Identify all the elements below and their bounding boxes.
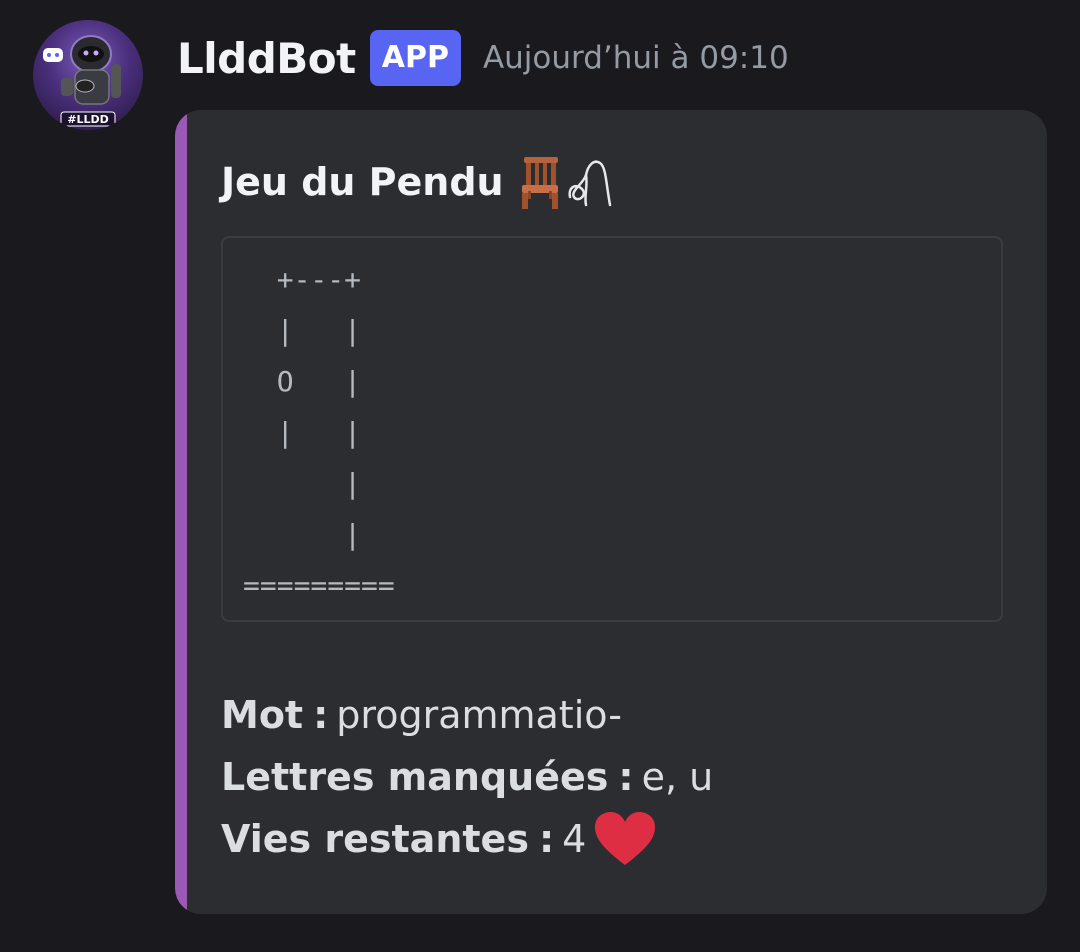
embed-fields: Mot : programmatio- Lettres manquées : e… (221, 684, 713, 870)
field-label: Mot (221, 693, 304, 737)
field-separator: : (538, 817, 555, 861)
field-label: Vies restantes (221, 817, 529, 861)
robot-avatar-icon: #LLDD (43, 35, 121, 127)
chair-icon (521, 157, 558, 209)
field-label: Lettres manquées (221, 755, 609, 799)
field-word: Mot : programmatio- (221, 684, 713, 746)
avatar-banner-text: #LLDD (67, 113, 109, 126)
field-separator: : (313, 693, 329, 737)
message-header: LlddBot APP Aujourd’hui à 09:10 (177, 28, 789, 88)
rope-icon (568, 160, 611, 207)
embed-accent-bar (175, 110, 187, 914)
field-value: programmatio- (336, 693, 622, 737)
field-value: 4 (562, 817, 587, 861)
embed-title-text: Jeu du Pendu (221, 160, 504, 204)
code-block: +---+ | | O | | | | | ========= (221, 236, 1003, 622)
hangman-drawing: +---+ | | O | | | | | ========= (243, 263, 395, 602)
embed-title-icons (516, 153, 614, 211)
field-missed-letters: Lettres manquées : e, u (221, 746, 713, 808)
author-name[interactable]: LlddBot (177, 34, 356, 83)
embed-title: Jeu du Pendu (221, 152, 614, 212)
app-badge: APP (369, 30, 461, 86)
embed: Jeu du Pendu +---+ | | O | | | | | =====… (175, 110, 1047, 914)
field-separator: : (618, 755, 634, 799)
message-timestamp[interactable]: Aujourd’hui à 09:10 (483, 40, 789, 76)
chat-message: #LLDD LlddBot APP Aujourd’hui à 09:10 Je… (0, 0, 1080, 952)
field-value: e, u (641, 755, 714, 799)
field-lives: Vies restantes : 4 (221, 808, 713, 870)
heart-icon (594, 811, 656, 867)
avatar[interactable]: #LLDD (33, 20, 143, 130)
